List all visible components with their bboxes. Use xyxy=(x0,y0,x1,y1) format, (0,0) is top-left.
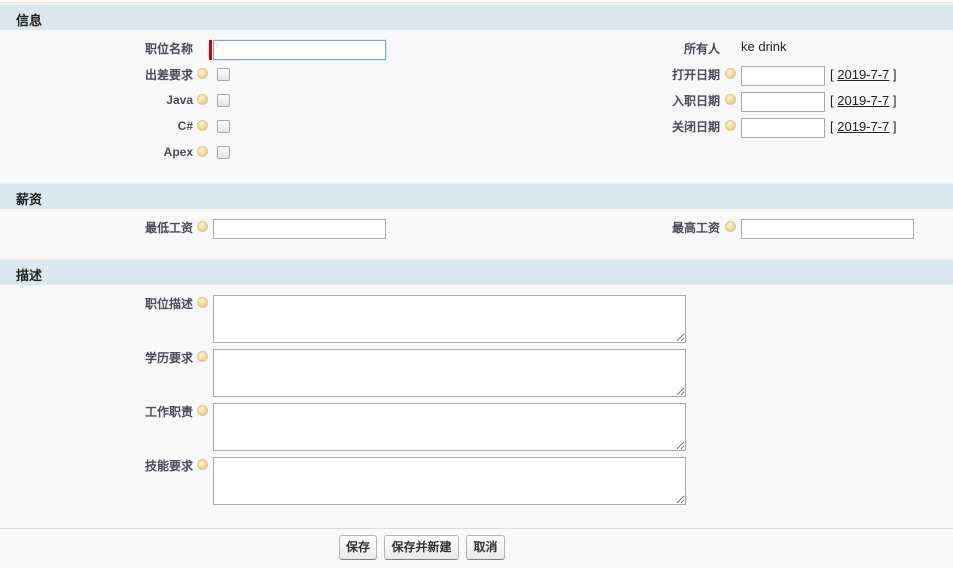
help-icon[interactable] xyxy=(197,297,208,308)
help-icon[interactable] xyxy=(197,68,208,79)
csharp-checkbox[interactable] xyxy=(217,120,230,133)
education-label: 学历要求 xyxy=(144,351,193,365)
apex-checkbox[interactable] xyxy=(217,146,230,159)
cancel-button[interactable]: 取消 xyxy=(466,535,505,560)
apex-label: Apex xyxy=(163,145,193,159)
open-date-input[interactable] xyxy=(741,66,825,86)
help-icon[interactable] xyxy=(197,459,208,470)
job-desc-textarea[interactable] xyxy=(213,295,686,343)
help-icon[interactable] xyxy=(725,120,736,131)
max-salary-input[interactable] xyxy=(741,219,914,239)
skills-textarea[interactable] xyxy=(213,457,686,505)
open-date-today: [ 2019-7-7 ] xyxy=(830,67,897,82)
top-border xyxy=(0,0,953,3)
help-icon[interactable] xyxy=(197,351,208,362)
help-icon[interactable] xyxy=(197,405,208,416)
duties-label: 工作职责 xyxy=(144,405,193,419)
min-salary-input[interactable] xyxy=(213,219,386,239)
bracket-open: [ xyxy=(830,119,834,134)
duties-textarea[interactable] xyxy=(213,403,686,451)
bracket-close: ] xyxy=(892,67,897,82)
join-date-today: [ 2019-7-7 ] xyxy=(830,93,897,108)
education-textarea[interactable] xyxy=(213,349,686,397)
skills-label: 技能要求 xyxy=(144,459,193,473)
owner-label: 所有人 xyxy=(683,42,720,56)
owner-value: ke drink xyxy=(741,39,787,54)
help-icon[interactable] xyxy=(725,94,736,105)
close-date-label: 关闭日期 xyxy=(671,120,720,134)
save-button[interactable]: 保存 xyxy=(339,535,377,560)
section-header-description: 描述 xyxy=(0,259,953,285)
position-name-label: 职位名称 xyxy=(144,42,193,56)
bracket-open: [ xyxy=(830,93,834,108)
help-icon[interactable] xyxy=(725,221,736,232)
max-salary-label: 最高工资 xyxy=(671,221,720,235)
section-header-salary: 薪资 xyxy=(0,183,953,209)
bracket-open: [ xyxy=(830,67,834,82)
join-date-label: 入职日期 xyxy=(671,94,720,108)
open-date-label: 打开日期 xyxy=(671,68,720,82)
open-date-today-link[interactable]: 2019-7-7 xyxy=(837,67,889,82)
save-and-new-button[interactable]: 保存并新建 xyxy=(384,535,459,560)
java-label: Java xyxy=(166,93,193,107)
section-header-info: 信息 xyxy=(0,4,953,30)
close-date-today: [ 2019-7-7 ] xyxy=(830,119,897,134)
help-icon[interactable] xyxy=(197,221,208,232)
position-name-input[interactable] xyxy=(213,40,386,60)
csharp-label: C# xyxy=(177,119,193,133)
java-checkbox[interactable] xyxy=(217,94,230,107)
travel-checkbox[interactable] xyxy=(217,68,230,81)
close-date-input[interactable] xyxy=(741,118,825,138)
help-icon[interactable] xyxy=(197,146,208,157)
required-indicator xyxy=(209,40,212,60)
job-desc-label: 职位描述 xyxy=(144,297,193,311)
bracket-close: ] xyxy=(892,93,897,108)
help-icon[interactable] xyxy=(197,94,208,105)
help-icon[interactable] xyxy=(197,120,208,131)
min-salary-label: 最低工资 xyxy=(144,221,193,235)
help-icon[interactable] xyxy=(725,68,736,79)
join-date-today-link[interactable]: 2019-7-7 xyxy=(837,93,889,108)
travel-label: 出差要求 xyxy=(144,68,193,82)
join-date-input[interactable] xyxy=(741,92,825,112)
bracket-close: ] xyxy=(892,119,897,134)
close-date-today-link[interactable]: 2019-7-7 xyxy=(837,119,889,134)
